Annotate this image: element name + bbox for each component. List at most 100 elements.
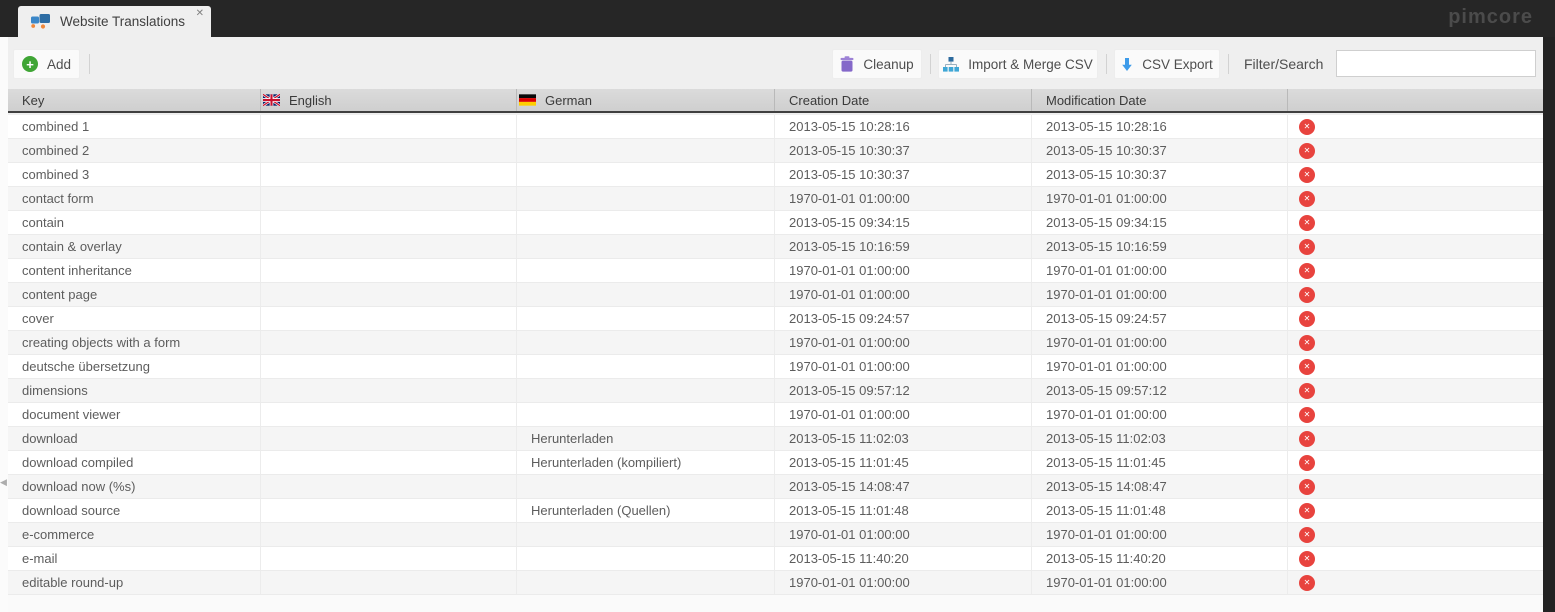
cell-creation[interactable]: 1970-01-01 01:00:00	[775, 187, 1032, 210]
delete-row-icon[interactable]: ✕	[1299, 502, 1315, 519]
panel-collapse-arrow-icon[interactable]: ◀	[0, 477, 7, 488]
cell-creation[interactable]: 1970-01-01 01:00:00	[775, 331, 1032, 354]
delete-row-icon[interactable]: ✕	[1299, 382, 1315, 399]
cell-english[interactable]	[261, 571, 517, 594]
delete-row-icon[interactable]: ✕	[1299, 358, 1315, 375]
cell-modification[interactable]: 2013-05-15 14:08:47	[1032, 475, 1288, 498]
delete-row-icon[interactable]: ✕	[1299, 430, 1315, 447]
cell-german[interactable]: Herunterladen	[517, 427, 775, 450]
cell-english[interactable]	[261, 451, 517, 474]
delete-row-icon[interactable]: ✕	[1299, 262, 1315, 279]
cell-modification[interactable]: 2013-05-15 11:01:45	[1032, 451, 1288, 474]
column-header-creation-date[interactable]: Creation Date	[775, 89, 1032, 111]
delete-row-icon[interactable]: ✕	[1299, 310, 1315, 327]
cell-english[interactable]	[261, 235, 517, 258]
cell-creation[interactable]: 1970-01-01 01:00:00	[775, 523, 1032, 546]
cell-creation[interactable]: 2013-05-15 10:30:37	[775, 163, 1032, 186]
cell-key[interactable]: content inheritance	[8, 259, 261, 282]
table-row[interactable]: download compiled Herunterladen (kompilie…	[8, 451, 1543, 475]
cell-key[interactable]: dimensions	[8, 379, 261, 402]
table-row[interactable]: dimensions 2013-05-15 09:57:12 2013-05-15 …	[8, 379, 1543, 403]
table-row[interactable]: download now (%s) 2013-05-15 14:08:47 2013…	[8, 475, 1543, 499]
cell-english[interactable]	[261, 523, 517, 546]
cell-german[interactable]	[517, 187, 775, 210]
cell-german[interactable]	[517, 235, 775, 258]
cell-english[interactable]	[261, 187, 517, 210]
table-row[interactable]: content page 1970-01-01 01:00:00 1970-01-0…	[8, 283, 1543, 307]
cell-creation[interactable]: 2013-05-15 10:28:16	[775, 115, 1032, 138]
cell-english[interactable]	[261, 211, 517, 234]
cell-english[interactable]	[261, 259, 517, 282]
cell-german[interactable]	[517, 115, 775, 138]
cell-modification[interactable]: 1970-01-01 01:00:00	[1032, 355, 1288, 378]
cell-modification[interactable]: 2013-05-15 09:34:15	[1032, 211, 1288, 234]
cell-german[interactable]	[517, 211, 775, 234]
delete-row-icon[interactable]: ✕	[1299, 574, 1315, 591]
cell-modification[interactable]: 1970-01-01 01:00:00	[1032, 571, 1288, 594]
import-merge-csv-button[interactable]: Import & Merge CSV	[938, 49, 1098, 79]
cell-german[interactable]	[517, 355, 775, 378]
delete-row-icon[interactable]: ✕	[1299, 550, 1315, 567]
delete-row-icon[interactable]: ✕	[1299, 166, 1315, 183]
cell-english[interactable]	[261, 307, 517, 330]
cell-creation[interactable]: 2013-05-15 09:57:12	[775, 379, 1032, 402]
cell-key[interactable]: contain	[8, 211, 261, 234]
cell-modification[interactable]: 2013-05-15 09:57:12	[1032, 379, 1288, 402]
cell-english[interactable]	[261, 499, 517, 522]
cell-key[interactable]: download	[8, 427, 261, 450]
csv-export-button[interactable]: CSV Export	[1114, 49, 1220, 79]
cell-modification[interactable]: 1970-01-01 01:00:00	[1032, 187, 1288, 210]
table-row[interactable]: contain & overlay 2013-05-15 10:16:59 2013…	[8, 235, 1543, 259]
cell-key[interactable]: deutsche übersetzung	[8, 355, 261, 378]
table-row[interactable]: combined 2 2013-05-15 10:30:37 2013-05-15 …	[8, 139, 1543, 163]
table-row[interactable]: editable round-up 1970-01-01 01:00:00 1970…	[8, 571, 1543, 595]
cell-creation[interactable]: 1970-01-01 01:00:00	[775, 283, 1032, 306]
cell-german[interactable]	[517, 307, 775, 330]
cell-german[interactable]	[517, 547, 775, 570]
delete-row-icon[interactable]: ✕	[1299, 406, 1315, 423]
cell-german[interactable]	[517, 403, 775, 426]
cell-modification[interactable]: 1970-01-01 01:00:00	[1032, 259, 1288, 282]
cell-key[interactable]: e-mail	[8, 547, 261, 570]
cell-german[interactable]	[517, 379, 775, 402]
filter-search-input[interactable]	[1336, 50, 1536, 77]
cell-modification[interactable]: 1970-01-01 01:00:00	[1032, 523, 1288, 546]
cell-english[interactable]	[261, 283, 517, 306]
delete-row-icon[interactable]: ✕	[1299, 118, 1315, 135]
delete-row-icon[interactable]: ✕	[1299, 214, 1315, 231]
cell-modification[interactable]: 1970-01-01 01:00:00	[1032, 283, 1288, 306]
cell-creation[interactable]: 2013-05-15 11:40:20	[775, 547, 1032, 570]
cell-english[interactable]	[261, 475, 517, 498]
cell-modification[interactable]: 2013-05-15 09:24:57	[1032, 307, 1288, 330]
cell-english[interactable]	[261, 331, 517, 354]
cell-english[interactable]	[261, 379, 517, 402]
cell-key[interactable]: contact form	[8, 187, 261, 210]
cell-key[interactable]: combined 3	[8, 163, 261, 186]
cell-creation[interactable]: 2013-05-15 09:34:15	[775, 211, 1032, 234]
cell-creation[interactable]: 1970-01-01 01:00:00	[775, 403, 1032, 426]
delete-row-icon[interactable]: ✕	[1299, 286, 1315, 303]
cell-modification[interactable]: 2013-05-15 11:02:03	[1032, 427, 1288, 450]
cell-key[interactable]: editable round-up	[8, 571, 261, 594]
cell-creation[interactable]: 2013-05-15 11:01:45	[775, 451, 1032, 474]
cell-german[interactable]	[517, 571, 775, 594]
table-row[interactable]: deutsche übersetzung 1970-01-01 01:00:00 1…	[8, 355, 1543, 379]
tab-website-translations[interactable]: Website Translations ✕	[18, 6, 212, 37]
cell-german[interactable]: Herunterladen (kompiliert)	[517, 451, 775, 474]
table-row[interactable]: combined 1 2013-05-15 10:28:16 2013-05-15 …	[8, 115, 1543, 139]
tab-close-icon[interactable]: ✕	[196, 9, 204, 19]
cleanup-button[interactable]: Cleanup	[832, 49, 922, 79]
cell-modification[interactable]: 2013-05-15 10:30:37	[1032, 163, 1288, 186]
table-row[interactable]: download Herunterladen 2013-05-15 11:02:03…	[8, 427, 1543, 451]
column-header-german[interactable]: German	[517, 89, 775, 111]
cell-modification[interactable]: 1970-01-01 01:00:00	[1032, 331, 1288, 354]
cell-creation[interactable]: 2013-05-15 14:08:47	[775, 475, 1032, 498]
add-button[interactable]: + Add	[13, 49, 80, 79]
table-row[interactable]: creating objects with a form 1970-01-01 0…	[8, 331, 1543, 355]
cell-creation[interactable]: 1970-01-01 01:00:00	[775, 571, 1032, 594]
table-row[interactable]: cover 2013-05-15 09:24:57 2013-05-15 09:24…	[8, 307, 1543, 331]
cell-key[interactable]: contain & overlay	[8, 235, 261, 258]
cell-english[interactable]	[261, 163, 517, 186]
table-row[interactable]: content inheritance 1970-01-01 01:00:00 19…	[8, 259, 1543, 283]
cell-german[interactable]	[517, 331, 775, 354]
